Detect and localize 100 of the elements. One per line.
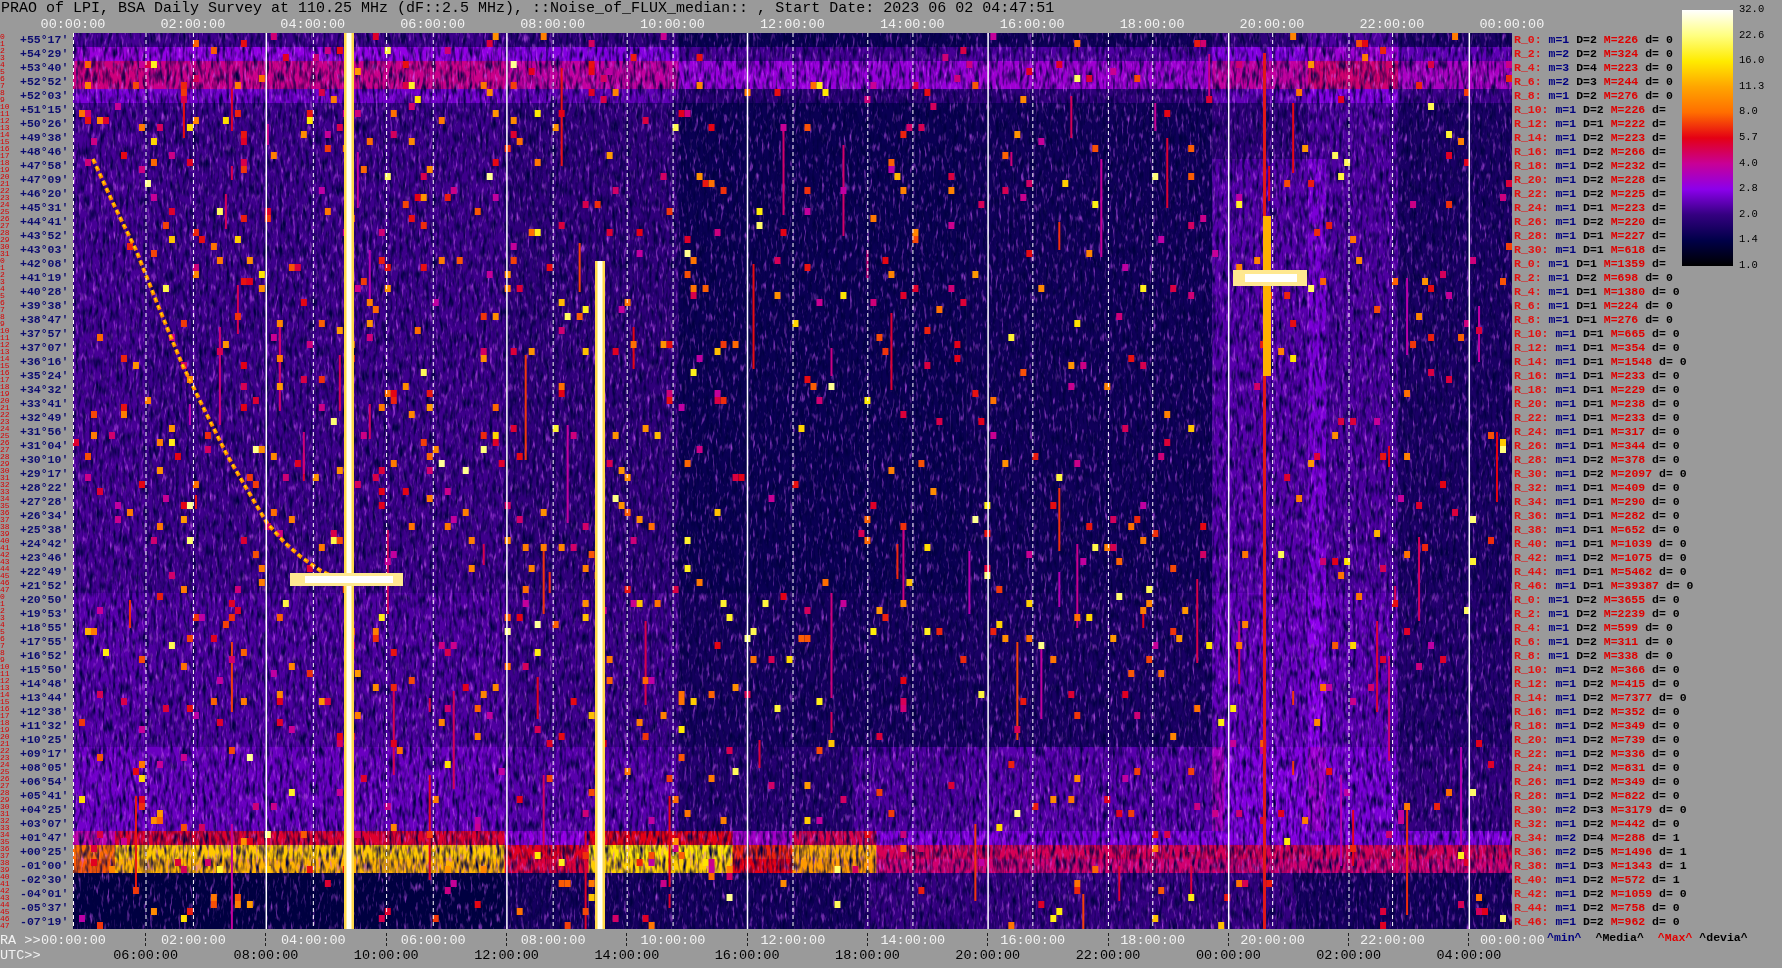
row-label: R_42: — [1514, 887, 1549, 900]
max-value: M=228 — [1610, 173, 1646, 186]
deviation-value: d= — [1652, 117, 1666, 130]
max-value: M=572 — [1610, 873, 1646, 886]
min-value: m=1 — [1555, 145, 1577, 158]
median-value: D=3 — [1583, 859, 1604, 872]
declination-label: +22°49' — [20, 565, 69, 579]
median-value: D=2 — [1583, 901, 1604, 914]
row-number: 16 — [0, 369, 10, 376]
declination-label: +29°17' — [20, 467, 69, 481]
row-number: 42 — [0, 887, 10, 894]
row-number: 1 — [0, 600, 5, 607]
row-number: 16 — [0, 145, 10, 152]
deviation-value: d= 0 — [1659, 537, 1687, 550]
row-label: R_14: — [1514, 355, 1549, 368]
median-value: D=2 — [1583, 187, 1604, 200]
min-value: m=1 — [1555, 411, 1577, 424]
deviation-value: d= 0 — [1652, 383, 1680, 396]
deviation-value: d= 0 — [1652, 369, 1680, 382]
row-label: R_24: — [1514, 425, 1549, 438]
median-value: D=2 — [1583, 789, 1604, 802]
declination-label: +15°50' — [20, 663, 69, 677]
max-value: M=232 — [1610, 159, 1646, 172]
median-value: D=2 — [1576, 33, 1597, 46]
min-value: m=1 — [1555, 215, 1577, 228]
row-number: 19 — [0, 726, 10, 733]
deviation-value: d= 0 — [1659, 355, 1687, 368]
row-number: 40 — [0, 537, 10, 544]
row-label: R_46: — [1514, 915, 1549, 928]
min-value: m=1 — [1548, 285, 1570, 298]
row-number: 23 — [0, 754, 10, 761]
declination-label: +52°52' — [20, 75, 69, 89]
max-value: M=962 — [1610, 915, 1646, 928]
row-label: R_20: — [1514, 733, 1549, 746]
deviation-value: d= — [1652, 229, 1666, 242]
min-value: m=1 — [1548, 607, 1570, 620]
row-label: R_4: — [1514, 285, 1542, 298]
row-number: 15 — [0, 698, 10, 705]
median-value: D=5 — [1583, 845, 1604, 858]
deviation-value: d= 1 — [1652, 873, 1680, 886]
row-number: 22 — [0, 411, 10, 418]
min-value: m=1 — [1555, 201, 1577, 214]
min-value: m=1 — [1555, 733, 1577, 746]
deviation-value: d= 0 — [1652, 481, 1680, 494]
row-number: 19 — [0, 166, 10, 173]
utc-axis-label: 10:00:00 — [353, 948, 419, 963]
row-label: R_24: — [1514, 761, 1549, 774]
declination-label: -02°30' — [20, 873, 69, 887]
min-value: m=1 — [1555, 747, 1577, 760]
median-value: D=1 — [1583, 411, 1604, 424]
row-label: R_20: — [1514, 173, 1549, 186]
deviation-value: d= — [1652, 131, 1666, 144]
row-label: R_8: — [1514, 313, 1542, 326]
time-axis-label: 12:00:00 — [760, 17, 825, 33]
row-number: 46 — [0, 579, 10, 586]
max-value: M=7377 — [1610, 691, 1653, 704]
deviation-value: d= — [1652, 145, 1666, 158]
row-number: 35 — [0, 502, 10, 509]
row-number: 10 — [0, 663, 10, 670]
row-label: R_24: — [1514, 201, 1549, 214]
row-number: 20 — [0, 397, 10, 404]
min-value: m=1 — [1555, 369, 1577, 382]
median-value: D=1 — [1583, 425, 1604, 438]
declination-label: +45°31' — [20, 201, 69, 215]
declination-label: +55°17' — [20, 33, 69, 47]
declination-label: +39°38' — [20, 299, 69, 313]
row-number: 3 — [0, 278, 5, 285]
row-number: 3 — [0, 614, 5, 621]
max-value: M=238 — [1610, 397, 1646, 410]
axis-tick — [987, 933, 989, 946]
declination-label: +09°17' — [20, 747, 69, 761]
row-label: R_34: — [1514, 495, 1549, 508]
declination-label: +43°52' — [20, 229, 69, 243]
min-value: m=1 — [1555, 481, 1577, 494]
row-label: R_32: — [1514, 817, 1549, 830]
median-value: D=2 — [1576, 607, 1597, 620]
min-value: m=1 — [1555, 425, 1577, 438]
max-value: M=224 — [1603, 299, 1639, 312]
row-number: 28 — [0, 229, 10, 236]
min-value: m=1 — [1548, 313, 1570, 326]
median-value: D=1 — [1583, 327, 1604, 340]
median-value: D=2 — [1583, 467, 1604, 480]
median-value: D=1 — [1583, 523, 1604, 536]
row-label: R_22: — [1514, 747, 1549, 760]
row-label: R_28: — [1514, 229, 1549, 242]
declination-label: +48°46' — [20, 145, 69, 159]
deviation-value: d= 0 — [1652, 719, 1680, 732]
min-value: m=1 — [1555, 523, 1577, 536]
deviation-value: d= 0 — [1652, 425, 1680, 438]
deviation-value: d= 0 — [1645, 33, 1673, 46]
utc-axis-label: 20:00:00 — [955, 948, 1021, 963]
declination-label: +30°10' — [20, 453, 69, 467]
scale-tick-label: 8.0 — [1739, 105, 1759, 118]
median-value: D=1 — [1583, 355, 1604, 368]
row-number: 2 — [0, 47, 5, 54]
row-label: R_12: — [1514, 117, 1549, 130]
median-value: D=2 — [1583, 551, 1604, 564]
axis-tick — [265, 933, 267, 946]
row-number: 16 — [0, 705, 10, 712]
row-number: 6 — [0, 299, 5, 306]
